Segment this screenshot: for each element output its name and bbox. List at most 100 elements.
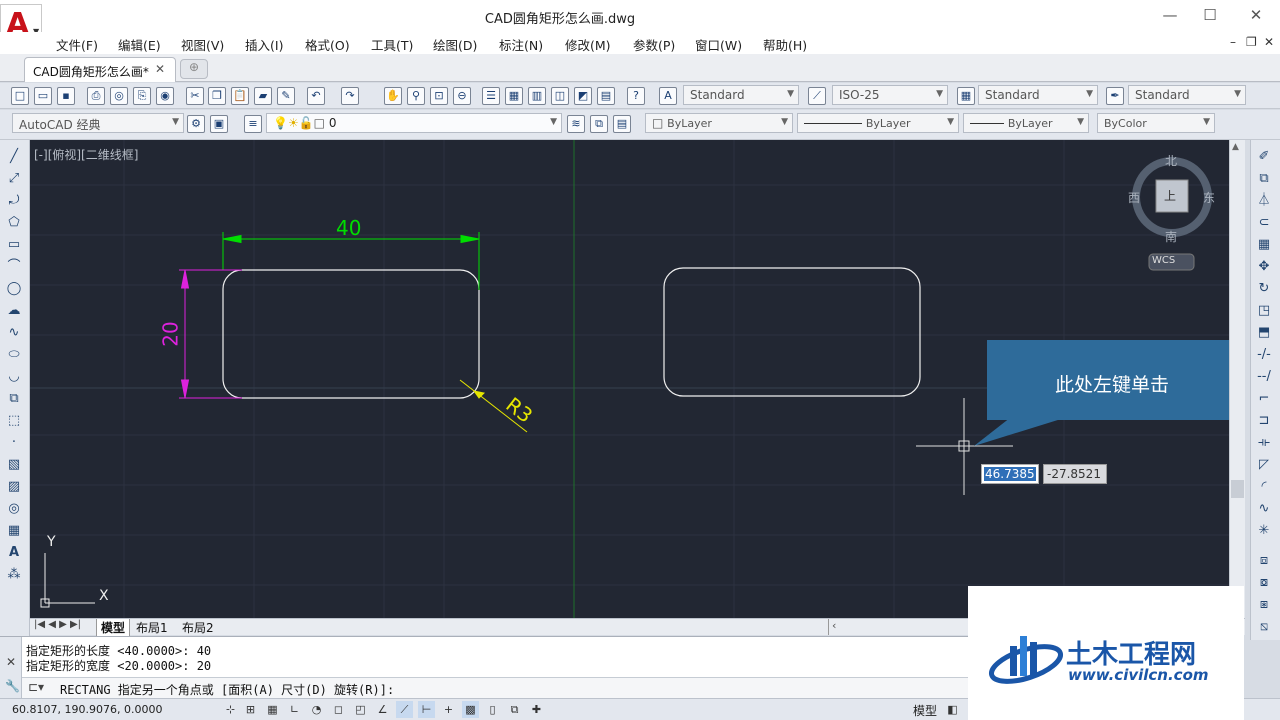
dynamic-input-icon[interactable]: ⊢ [418, 701, 435, 718]
mleader-style-select[interactable]: Standard ▼ [1128, 85, 1246, 105]
scrollbar-thumb[interactable] [1231, 480, 1244, 498]
menu-edit[interactable]: 编辑(E) [118, 35, 161, 54]
join-icon[interactable]: ⟛ [1255, 434, 1273, 452]
redo-icon[interactable]: ↷ [341, 87, 359, 105]
erase-icon[interactable]: ✐ [1255, 148, 1273, 166]
table-icon[interactable]: ▦ [5, 522, 23, 540]
rounded-rectangle-copy[interactable] [663, 267, 921, 397]
dynamic-ucs-icon[interactable]: ⟋ [396, 701, 413, 718]
multiline-text-icon[interactable]: A [5, 544, 23, 562]
break-at-point-icon[interactable]: ⌐ [1255, 390, 1273, 408]
ellipse-arc-icon[interactable]: ◡ [5, 368, 23, 386]
new-icon[interactable]: □ [11, 87, 29, 105]
polyline-icon[interactable]: ⤾ [5, 192, 23, 210]
snap-mode-icon[interactable]: ⊞ [242, 701, 259, 718]
zoom-realtime-icon[interactable]: ⚲ [407, 87, 425, 105]
menu-help[interactable]: 帮助(H) [763, 35, 807, 54]
properties-icon[interactable]: ☰ [482, 87, 500, 105]
insert-block-icon[interactable]: ⧉ [5, 390, 23, 408]
calculator-icon[interactable]: ▤ [597, 87, 615, 105]
table-style-icon[interactable]: ▦ [957, 87, 975, 105]
menu-file[interactable]: 文件(F) [56, 35, 98, 54]
spline-icon[interactable]: ∿ [5, 324, 23, 342]
point-icon[interactable]: · [5, 434, 23, 452]
viewcube-west[interactable]: 西 [1128, 189, 1140, 206]
draworder-back-icon[interactable]: ⧇ [1255, 574, 1273, 592]
coordinates-readout[interactable]: 60.8107, 190.9076, 0.0000 [12, 703, 162, 716]
viewport-controls-label[interactable]: [-][俯视][二维线框] [34, 146, 138, 163]
wcs-button[interactable]: WCS [1152, 255, 1175, 266]
text-style-icon[interactable]: A [659, 87, 677, 105]
tool-palettes-icon[interactable]: ▥ [528, 87, 546, 105]
zoom-window-icon[interactable]: ⊡ [430, 87, 448, 105]
blend-curves-icon[interactable]: ∿ [1255, 500, 1273, 518]
layer-previous-icon[interactable]: ⧉ [590, 115, 608, 133]
draworder-below-icon[interactable]: ⧅ [1255, 618, 1273, 636]
workspace-select[interactable]: AutoCAD 经典 ▼ [12, 113, 184, 133]
plotstyle-select[interactable]: ByColor ▼ [1097, 113, 1215, 133]
clean-screen-icon[interactable]: ▣ [210, 115, 228, 133]
add-selected-icon[interactable]: ⁂ [5, 566, 23, 584]
close-button[interactable]: ✕ [1244, 6, 1268, 26]
dynamic-input-x[interactable]: 46.7385 [981, 464, 1039, 484]
sheet-set-icon[interactable]: ◫ [551, 87, 569, 105]
draworder-front-icon[interactable]: ⧈ [1255, 552, 1273, 570]
grid-display-icon[interactable]: ▦ [264, 701, 281, 718]
rounded-rectangle-dimensioned[interactable] [222, 269, 480, 399]
minimize-button[interactable]: — [1158, 6, 1182, 26]
move-icon[interactable]: ✥ [1255, 258, 1273, 276]
new-tab-button[interactable]: ⊕ [180, 59, 208, 79]
region-icon[interactable]: ◎ [5, 500, 23, 518]
polygon-icon[interactable]: ⬠ [5, 214, 23, 232]
fillet-icon[interactable]: ◜ [1255, 478, 1273, 496]
close-icon[interactable]: ✕ [6, 655, 16, 669]
tab-layout2[interactable]: 布局2 [182, 619, 214, 636]
lineweight-icon[interactable]: + [440, 701, 457, 718]
viewcube-south[interactable]: 南 [1165, 228, 1177, 245]
paste-icon[interactable]: 📋 [231, 87, 249, 105]
table-style-select[interactable]: Standard ▼ [978, 85, 1098, 105]
scroll-up-icon[interactable]: ▲ [1232, 142, 1239, 152]
plot-preview-icon[interactable]: ◎ [110, 87, 128, 105]
layer-properties-icon[interactable]: ≡ [244, 115, 262, 133]
workspace-settings-icon[interactable]: ⚙ [187, 115, 205, 133]
circle-icon[interactable]: ◯ [5, 280, 23, 298]
vertical-scrollbar[interactable]: ▲ [1229, 140, 1245, 618]
polar-tracking-icon[interactable]: ◔ [308, 701, 325, 718]
dimension-width[interactable] [222, 232, 480, 290]
undo-icon[interactable]: ↶ [307, 87, 325, 105]
menu-tools[interactable]: 工具(T) [371, 35, 413, 54]
match-properties-icon[interactable]: ▰ [254, 87, 272, 105]
viewcube-north[interactable]: 北 [1165, 152, 1177, 169]
scale-icon[interactable]: ◳ [1255, 302, 1273, 320]
make-current-layer-icon[interactable]: ≋ [567, 115, 585, 133]
viewcube-top[interactable]: 上 [1164, 187, 1176, 204]
dimension-height[interactable] [179, 269, 242, 399]
markup-icon[interactable]: ◩ [574, 87, 592, 105]
design-center-icon[interactable]: ▦ [505, 87, 523, 105]
pan-icon[interactable]: ✋ [384, 87, 402, 105]
mdi-minimize-icon[interactable]: – [1230, 35, 1236, 49]
stretch-icon[interactable]: ⬒ [1255, 324, 1273, 342]
rotate-icon[interactable]: ↻ [1255, 280, 1273, 298]
viewcube-east[interactable]: 东 [1203, 189, 1215, 206]
linetype-select[interactable]: ByLayer ▼ [797, 113, 959, 133]
text-style-select[interactable]: Standard ▼ [683, 85, 799, 105]
menu-dimension[interactable]: 标注(N) [499, 35, 543, 54]
tab-close-icon[interactable]: ✕ [155, 62, 165, 76]
hatch-icon[interactable]: ▧ [5, 456, 23, 474]
mdi-restore-icon[interactable]: ❐ [1246, 35, 1257, 49]
rectangle-icon[interactable]: ▭ [5, 236, 23, 254]
dim-style-icon[interactable]: ⟋ [808, 87, 826, 105]
help-icon[interactable]: ? [627, 87, 645, 105]
3d-print-icon[interactable]: ◉ [156, 87, 174, 105]
dynamic-input-y[interactable]: -27.8521 [1043, 464, 1107, 484]
transparency-icon[interactable]: ▩ [462, 701, 479, 718]
menu-window[interactable]: 窗口(W) [695, 35, 742, 54]
array-icon[interactable]: ▦ [1255, 236, 1273, 254]
lineweight-select[interactable]: ByLayer ▼ [963, 113, 1089, 133]
copy-icon[interactable]: ❐ [208, 87, 226, 105]
model-space-button[interactable]: 模型 [913, 702, 937, 719]
selection-cycling-icon[interactable]: ⧉ [506, 701, 523, 718]
scroll-left-icon[interactable]: ‹ [832, 619, 836, 632]
